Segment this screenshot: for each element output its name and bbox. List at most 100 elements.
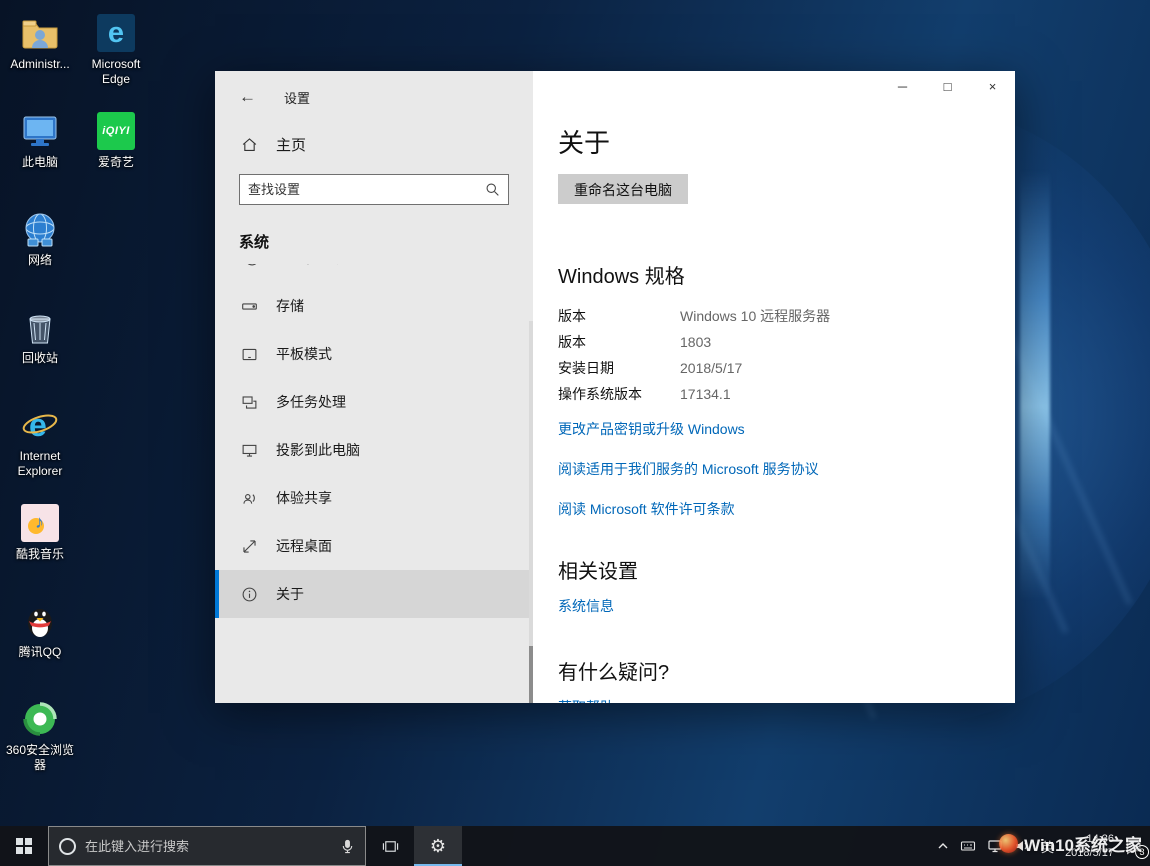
iqiyi-logo-text: iQIYI <box>102 125 130 137</box>
settings-content: ─ □ × 关于 重命名这台电脑 Windows 规格 版本 Windows 1… <box>533 71 1015 703</box>
desktop-icon-label: 爱奇艺 <box>98 155 134 170</box>
settings-search-box[interactable] <box>239 174 509 205</box>
shared-experiences-icon <box>239 490 259 507</box>
desktop-icon-network[interactable]: 网络 <box>4 204 76 302</box>
sidebar-item-power-sleep[interactable]: 电源和睡眠 <box>215 264 533 282</box>
sidebar-item-multitasking[interactable]: 多任务处理 <box>215 378 533 426</box>
close-button[interactable]: × <box>970 71 1015 102</box>
desktop-icon-label: 网络 <box>28 253 52 268</box>
related-settings-heading: 相关设置 <box>558 555 975 584</box>
back-button[interactable]: ← <box>239 87 256 107</box>
taskbar-search-box[interactable] <box>48 826 366 866</box>
desktop-icon-kuwo-music[interactable]: ♪ 酷我音乐 <box>4 498 76 596</box>
sidebar-item-storage[interactable]: 存储 <box>215 282 533 330</box>
network-globe-icon <box>19 208 61 250</box>
desktop-icon-label: 此电脑 <box>22 155 58 170</box>
sidebar-section-system: 系统 <box>239 231 533 252</box>
spec-label: 操作系统版本 <box>558 384 680 404</box>
projecting-pc-icon <box>239 442 259 459</box>
spec-table: 版本 Windows 10 远程服务器 版本 1803 安装日期 2018/5/… <box>558 303 975 407</box>
window-titlebar: ← 设置 <box>215 71 533 111</box>
desktop-icon-microsoft-edge[interactable]: e Microsoft Edge <box>80 8 152 106</box>
spec-row: 版本 1803 <box>558 329 975 355</box>
hidden-icons-chevron[interactable] <box>937 840 949 852</box>
sidebar-item-remote-desktop[interactable]: 远程桌面 <box>215 522 533 570</box>
taskbar: ⚙ 英 14:36 2018/5/17 3 <box>0 826 1150 866</box>
desktop-icon-administrator[interactable]: Administr... <box>4 8 76 106</box>
tablet-icon <box>239 346 259 363</box>
settings-search-input[interactable] <box>240 182 485 197</box>
clock-date: 2018/5/17 <box>1065 846 1114 860</box>
language-indicator[interactable]: 英 <box>1041 837 1054 856</box>
microphone-icon[interactable] <box>340 839 355 854</box>
maximize-button[interactable]: □ <box>925 71 970 102</box>
desktop-icon-this-pc[interactable]: 此电脑 <box>4 106 76 204</box>
desktop-icon-iqiyi[interactable]: iQIYI 爱奇艺 <box>80 106 152 204</box>
desktop-icons: Administr... e Microsoft Edge 此电脑 iQIYI … <box>4 8 152 792</box>
taskbar-clock[interactable]: 14:36 2018/5/17 <box>1065 832 1114 861</box>
kuwo-music-icon: ♪ <box>19 502 61 544</box>
desktop-icon-tencent-qq[interactable]: 腾讯QQ <box>4 596 76 694</box>
edge-icon: e <box>95 12 137 54</box>
windows-spec-heading: Windows 规格 <box>558 260 975 289</box>
music-note-glyph: ♪ <box>35 512 44 532</box>
desktop-icon-label: Microsoft Edge <box>80 57 152 87</box>
user-folder-icon <box>19 12 61 54</box>
sidebar-item-label: 关于 <box>276 584 304 604</box>
taskbar-search-input[interactable] <box>85 839 331 854</box>
volume-icon[interactable] <box>1014 838 1030 854</box>
desktop: Administr... e Microsoft Edge 此电脑 iQIYI … <box>0 0 1150 866</box>
spec-label: 版本 <box>558 306 680 326</box>
clock-time: 14:36 <box>1065 832 1114 846</box>
spec-value: 17134.1 <box>680 386 731 402</box>
sidebar-item-label: 投影到此电脑 <box>276 440 360 460</box>
license-terms-link[interactable]: 阅读 Microsoft 软件许可条款 <box>558 499 735 519</box>
action-center-button[interactable]: 3 <box>1125 838 1142 855</box>
change-product-key-link[interactable]: 更改产品密钥或升级 Windows <box>558 419 745 439</box>
spec-row: 版本 Windows 10 远程服务器 <box>558 303 975 329</box>
qq-penguin-icon <box>19 600 61 642</box>
get-help-link[interactable]: 获取帮助 <box>558 697 614 703</box>
search-icon <box>485 182 508 197</box>
services-agreement-link[interactable]: 阅读适用于我们服务的 Microsoft 服务协议 <box>558 459 819 479</box>
internet-explorer-icon: e <box>19 404 61 446</box>
network-icon[interactable] <box>987 838 1003 854</box>
sidebar-item-label: 体验共享 <box>276 488 332 508</box>
remote-desktop-icon <box>239 538 259 555</box>
spec-value: 1803 <box>680 334 711 350</box>
desktop-icon-internet-explorer[interactable]: e Internet Explorer <box>4 400 76 498</box>
system-tray: 英 14:36 2018/5/17 3 <box>937 826 1150 866</box>
iqiyi-icon: iQIYI <box>95 110 137 152</box>
minimize-button[interactable]: ─ <box>880 71 925 102</box>
sidebar-nav-list: 电源和睡眠 存储 平板模式 <box>215 264 533 618</box>
page-title: 关于 <box>558 123 975 160</box>
computer-icon <box>19 110 61 152</box>
taskbar-settings-app[interactable]: ⚙ <box>414 826 462 866</box>
edge-letter: e <box>108 17 124 50</box>
rename-pc-button[interactable]: 重命名这台电脑 <box>558 174 688 204</box>
window-controls: ─ □ × <box>880 71 1015 102</box>
touch-keyboard-icon[interactable] <box>960 838 976 854</box>
desktop-icon-label: Internet Explorer <box>4 449 76 479</box>
system-info-link[interactable]: 系统信息 <box>558 596 614 616</box>
desktop-icon-label: 回收站 <box>22 351 58 366</box>
gear-icon: ⚙ <box>430 836 446 857</box>
settings-sidebar: ← 设置 主页 系统 电源和睡 <box>215 71 533 703</box>
sidebar-item-about[interactable]: 关于 <box>215 570 533 618</box>
taskbar-empty-area <box>462 826 937 866</box>
sidebar-item-home[interactable]: 主页 <box>215 131 533 157</box>
desktop-icon-recycle-bin[interactable]: 回收站 <box>4 302 76 400</box>
sidebar-item-tablet-mode[interactable]: 平板模式 <box>215 330 533 378</box>
windows-logo-icon <box>16 838 32 854</box>
spec-value: 2018/5/17 <box>680 360 742 376</box>
sidebar-item-projecting[interactable]: 投影到此电脑 <box>215 426 533 474</box>
sidebar-item-shared-experiences[interactable]: 体验共享 <box>215 474 533 522</box>
task-view-button[interactable] <box>366 826 414 866</box>
spec-row: 操作系统版本 17134.1 <box>558 381 975 407</box>
sidebar-item-label: 多任务处理 <box>276 392 346 412</box>
spec-value: Windows 10 远程服务器 <box>680 306 830 326</box>
desktop-icon-360-browser[interactable]: 360安全浏览器 <box>4 694 76 792</box>
sidebar-item-label: 存储 <box>276 296 304 316</box>
recycle-bin-icon <box>19 306 61 348</box>
start-button[interactable] <box>0 826 48 866</box>
